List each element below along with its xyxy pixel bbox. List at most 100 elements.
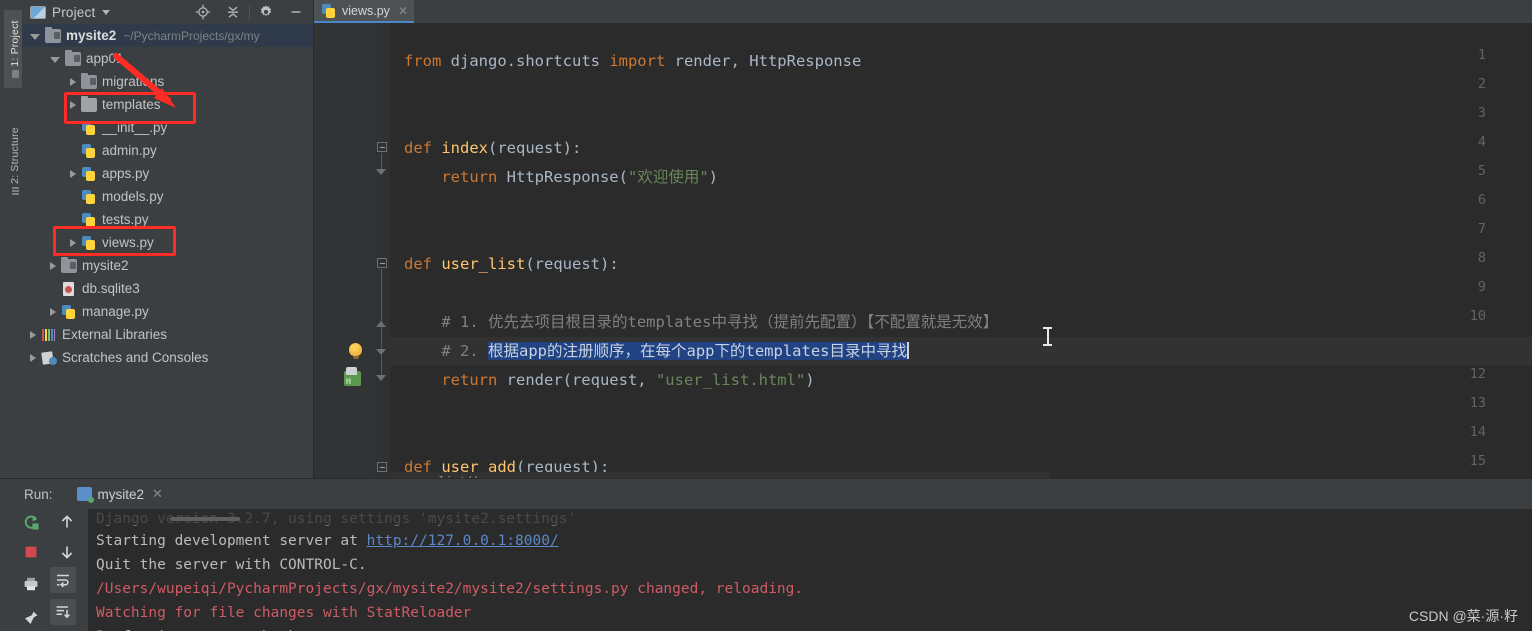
tree-item-label: apps.py: [102, 166, 150, 181]
code-token-string: "user_list.html": [655, 371, 806, 389]
code-token: return: [441, 168, 507, 186]
gear-icon[interactable]: [251, 0, 281, 24]
tab-views-py[interactable]: views.py ✕: [314, 0, 414, 23]
console-link[interactable]: http://127.0.0.1:8000/: [367, 533, 559, 549]
tree-item-models-py[interactable]: models.py: [22, 185, 313, 208]
run-tab-mysite2[interactable]: mysite2 ✕: [76, 486, 163, 503]
structure-icon: [12, 186, 19, 195]
project-panel-title: Project: [52, 4, 96, 20]
code-text[interactable]: from django.shortcuts import render, Htt…: [390, 23, 1532, 478]
scroll-down-icon[interactable]: [54, 539, 80, 565]
code-line-5: return HttpResponse("欢迎使用"): [404, 163, 718, 192]
print-icon[interactable]: [18, 571, 44, 597]
tree-item-apps-py[interactable]: apps.py: [22, 162, 313, 185]
chevron-right-icon[interactable]: [70, 100, 76, 109]
intention-bulb-icon[interactable]: [349, 343, 362, 359]
code-line-10: # 1. 优先去项目根目录的templates中寻找（提前先配置）【不配置就是无…: [404, 308, 998, 337]
folder-module-icon: [45, 26, 61, 43]
tool-tab-label: 1: Project: [9, 20, 21, 67]
run-console-output[interactable]: Django version 3.2.7, using settings 'my…: [88, 509, 1532, 631]
text-ibeam-cursor: [1043, 327, 1052, 346]
tree-item-views-py[interactable]: views.py: [22, 231, 313, 254]
code-fold-marker[interactable]: [376, 257, 388, 269]
code-line-4: def index(request):: [404, 134, 581, 163]
python-file-icon: [321, 3, 337, 18]
console-scrollbar[interactable]: [170, 517, 240, 521]
python-file-icon: [81, 235, 97, 250]
code-token: import: [609, 52, 675, 70]
python-file-icon: [81, 166, 97, 181]
chevron-right-icon[interactable]: [70, 77, 76, 86]
tree-item-mysite2-package[interactable]: mysite2: [22, 254, 313, 277]
chevron-right-icon[interactable]: [50, 307, 56, 316]
python-file-icon: [81, 189, 97, 204]
fold-gutter[interactable]: [374, 23, 390, 478]
editor-tab-bar: views.py ✕: [314, 0, 1532, 23]
console-line: Quit the server with CONTROL-C.: [96, 557, 367, 573]
rerun-icon[interactable]: [18, 509, 44, 535]
run-panel-toolbar: [0, 509, 88, 631]
external-libraries-icon: [41, 328, 57, 342]
tree-item-label: manage.py: [82, 304, 149, 319]
tree-item-app01[interactable]: app01: [22, 47, 313, 70]
tree-item-manage-py[interactable]: manage.py: [22, 300, 313, 323]
project-icon: [12, 69, 19, 78]
python-file-icon: [61, 304, 77, 319]
chevron-down-icon[interactable]: [102, 9, 111, 15]
tree-item-db-sqlite3[interactable]: db.sqlite3: [22, 277, 313, 300]
code-fold-marker[interactable]: [376, 141, 388, 153]
code-token: render(request,: [506, 371, 656, 389]
chevron-right-icon[interactable]: [70, 169, 76, 178]
code-token: ): [805, 371, 815, 389]
tree-item-label: templates: [102, 97, 161, 112]
tree-item-mysite2[interactable]: mysite2 ~/PycharmProjects/gx/my: [22, 24, 313, 47]
tree-item-init-py[interactable]: __init__.py: [22, 116, 313, 139]
chevron-right-icon[interactable]: [30, 330, 36, 339]
scroll-up-icon[interactable]: [54, 509, 80, 535]
chevron-down-icon[interactable]: [30, 33, 40, 40]
tree-item-migrations[interactable]: migrations: [22, 70, 313, 93]
tree-item-tests-py[interactable]: tests.py: [22, 208, 313, 231]
tree-item-label: Scratches and Consoles: [62, 350, 209, 365]
minimize-icon[interactable]: [281, 0, 311, 24]
code-token: user_list: [441, 255, 526, 273]
toolbar-divider: [249, 4, 250, 20]
pycharm-window: 1: Project 2: Structure Project mysite2 …: [0, 0, 1532, 631]
tree-item-label: External Libraries: [62, 327, 168, 342]
chevron-right-icon[interactable]: [50, 261, 56, 270]
code-comment: # 2.: [404, 342, 488, 360]
collapse-all-icon[interactable]: [218, 0, 248, 24]
code-fold-marker[interactable]: [376, 461, 388, 473]
pin-icon[interactable]: [18, 605, 44, 631]
tree-item-templates[interactable]: templates: [22, 93, 313, 116]
tree-item-scratches-and-consoles[interactable]: Scratches and Consoles: [22, 346, 313, 369]
chevron-right-icon[interactable]: [30, 353, 36, 362]
locate-icon[interactable]: [188, 0, 218, 24]
code-token: django.shortcuts: [450, 52, 610, 70]
python-file-icon: [81, 212, 97, 227]
project-tree[interactable]: mysite2 ~/PycharmProjects/gx/my app01 mi…: [22, 24, 313, 369]
soft-wrap-icon[interactable]: [50, 567, 76, 593]
tree-item-admin-py[interactable]: admin.py: [22, 139, 313, 162]
html-template-file-icon[interactable]: [344, 367, 361, 387]
tree-item-label: views.py: [102, 235, 154, 250]
selected-text[interactable]: 根据app的注册顺序，在每个app下的templates目录中寻找: [488, 342, 907, 360]
code-line-12: return render(request, "user_list.html"): [404, 366, 815, 395]
chevron-right-icon[interactable]: [70, 238, 76, 247]
fold-region-line: [381, 269, 382, 327]
folder-module-icon: [61, 256, 77, 273]
database-file-icon: [61, 281, 77, 296]
close-icon[interactable]: ✕: [398, 5, 408, 17]
close-icon[interactable]: ✕: [152, 486, 163, 502]
run-panel-label: Run:: [24, 486, 53, 502]
tree-item-label: tests.py: [102, 212, 149, 227]
folder-module-icon: [65, 49, 81, 66]
code-area[interactable]: 1 2 3 4 5 6 7 8 9 10 11 12 13 14 15: [314, 23, 1532, 478]
code-comment: # 1. 优先去项目根目录的templates中寻找（提前先配置）【不配置就是无…: [404, 313, 999, 331]
tree-item-label: __init__.py: [102, 120, 168, 135]
scroll-to-end-icon[interactable]: [50, 599, 76, 625]
tree-item-external-libraries[interactable]: External Libraries: [22, 323, 313, 346]
chevron-down-icon[interactable]: [50, 56, 60, 63]
stop-icon[interactable]: [18, 539, 44, 565]
